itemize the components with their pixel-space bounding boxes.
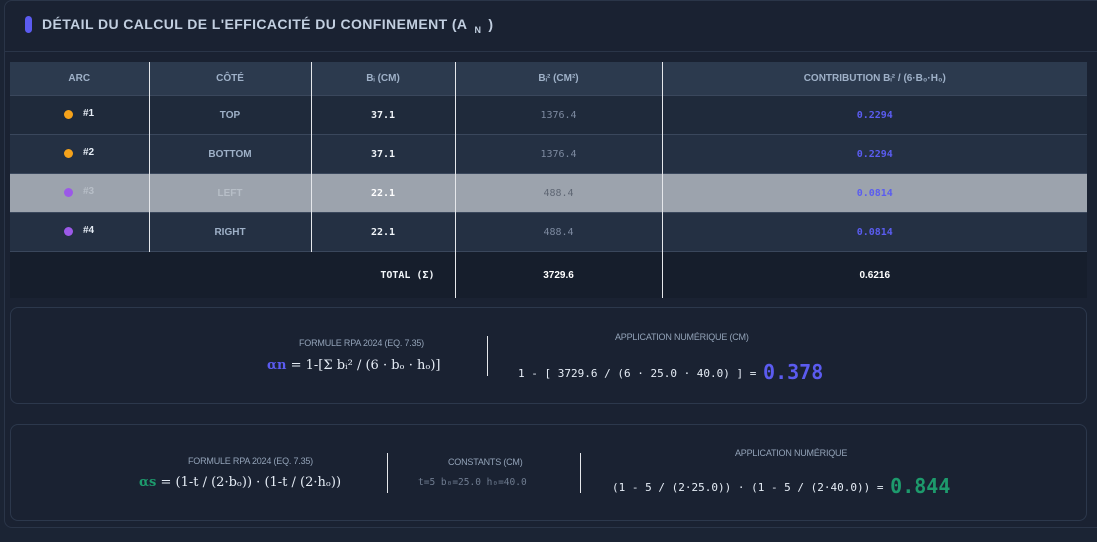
alpha-s-result: 0.844: [890, 474, 951, 498]
table-row-highlighted[interactable]: #3 LEFT 22.1 488.4 0.0814: [10, 173, 1087, 213]
table-total-row: TOTAL (Σ) 3729.6 0.6216: [10, 251, 1087, 298]
alpha-s-formula-caption: FORMULE RPA 2024 (EQ. 7.35): [188, 456, 313, 466]
bi2-cell: 488.4: [455, 212, 663, 252]
bi-cell: 22.1: [311, 212, 456, 252]
side-cell: LEFT: [149, 173, 312, 213]
total-label: TOTAL (Σ): [311, 251, 456, 298]
alpha-n-result: 0.378: [763, 360, 824, 384]
alpha-s-constants-caption: CONSTANTS (CM): [448, 457, 523, 467]
arc-cell: #4: [10, 212, 150, 252]
alpha-s-application-text: (1 - 5 / (2·25.0)) · (1 - 5 / (2·40.0)) …: [612, 481, 884, 494]
col-header-bi2[interactable]: Bᵢ² (CM²): [455, 62, 663, 96]
total-blank-cell: [149, 251, 311, 298]
arcs-table: ARC CÔTÉ Bᵢ (CM) Bᵢ² (CM²) CONTRIBUTION …: [10, 62, 1087, 298]
bi2-cell: 1376.4: [455, 134, 663, 174]
alpha-s-divider-2: [580, 453, 581, 493]
side-cell: TOP: [149, 95, 312, 135]
col-header-contribution[interactable]: CONTRIBUTION Bᵢ² / (6·B₀·H₀): [662, 62, 1087, 96]
alpha-n-application: 1 - [ 3729.6 / (6 · 25.0 · 40.0) ] = 0.3…: [518, 358, 824, 384]
alpha-n-application-caption: APPLICATION NUMÉRIQUE (CM): [615, 332, 749, 342]
table-header-row: ARC CÔTÉ Bᵢ (CM) Bᵢ² (CM²) CONTRIBUTION …: [10, 62, 1087, 96]
alpha-s-formula: αs = (1-t / (2·bₒ)) · (1-t / (2·hₒ)): [139, 475, 341, 490]
bi-cell: 37.1: [311, 95, 456, 135]
bi2-cell: 1376.4: [455, 95, 663, 135]
alpha-n-card: FORMULE RPA 2024 (EQ. 7.35) αn = 1-[Σ bᵢ…: [10, 307, 1087, 404]
arc-cell: #2: [10, 134, 150, 174]
alpha-s-card: FORMULE RPA 2024 (EQ. 7.35) αs = (1-t / …: [10, 424, 1087, 521]
alpha-s-constants: t=5 b₀=25.0 h₀=40.0: [418, 477, 527, 488]
alpha-s-application: (1 - 5 / (2·25.0)) · (1 - 5 / (2·40.0)) …: [612, 472, 951, 498]
table-row[interactable]: #1 TOP 37.1 1376.4 0.2294: [10, 95, 1087, 135]
col-header-arc[interactable]: ARC: [10, 62, 150, 96]
alpha-n-divider: [487, 336, 488, 376]
bi2-cell: 488.4: [455, 173, 663, 213]
arc-color-dot: [64, 110, 73, 119]
alpha-s-formula-text: = (1-t / (2·bₒ)) · (1-t / (2·hₒ)): [160, 475, 342, 490]
header-accent-pill: [25, 16, 32, 33]
alpha-n-formula: αn = 1-[Σ bᵢ² / (6 · bₒ · hₒ)]: [267, 358, 440, 373]
alpha-n-symbol: αn: [267, 358, 287, 373]
side-cell: BOTTOM: [149, 134, 312, 174]
arc-label: #4: [83, 225, 95, 236]
alpha-s-symbol: αs: [139, 475, 157, 490]
arc-color-dot: [64, 227, 73, 236]
title-subscript: N: [474, 25, 482, 35]
bi-cell: 37.1: [311, 134, 456, 174]
contribution-cell: 0.2294: [662, 134, 1087, 174]
panel-header: DÉTAIL DU CALCUL DE L'EFFICACITÉ DU CONF…: [5, 1, 1097, 52]
panel-title: DÉTAIL DU CALCUL DE L'EFFICACITÉ DU CONF…: [42, 16, 494, 35]
alpha-n-formula-caption: FORMULE RPA 2024 (EQ. 7.35): [299, 338, 424, 348]
contribution-cell: 0.0814: [662, 212, 1087, 252]
arc-label: #3: [83, 186, 95, 197]
title-text: DÉTAIL DU CALCUL DE L'EFFICACITÉ DU CONF…: [42, 16, 468, 32]
arc-cell: #3: [10, 173, 150, 213]
contribution-cell: 0.2294: [662, 95, 1087, 135]
alpha-s-application-caption: APPLICATION NUMÉRIQUE: [735, 448, 848, 458]
bi-cell: 22.1: [311, 173, 456, 213]
contribution-cell: 0.0814: [662, 173, 1087, 213]
col-header-bi[interactable]: Bᵢ (CM): [311, 62, 456, 96]
alpha-s-divider-1: [387, 453, 388, 493]
total-bi2: 3729.6: [455, 251, 663, 298]
arc-label: #1: [83, 108, 95, 119]
col-header-side[interactable]: CÔTÉ: [149, 62, 312, 96]
side-cell: RIGHT: [149, 212, 312, 252]
table-row[interactable]: #4 RIGHT 22.1 488.4 0.0814: [10, 212, 1087, 252]
title-close: ): [488, 16, 494, 32]
alpha-n-application-text: 1 - [ 3729.6 / (6 · 25.0 · 40.0) ] =: [518, 367, 757, 380]
total-blank-cell: [10, 251, 149, 298]
arc-color-dot: [64, 149, 73, 158]
table-row[interactable]: #2 BOTTOM 37.1 1376.4 0.2294: [10, 134, 1087, 174]
arc-color-dot: [64, 188, 73, 197]
arc-cell: #1: [10, 95, 150, 135]
alpha-n-formula-text: = 1-[Σ bᵢ² / (6 · bₒ · hₒ)]: [290, 358, 441, 373]
total-contribution: 0.6216: [662, 251, 1087, 298]
arc-label: #2: [83, 147, 95, 158]
